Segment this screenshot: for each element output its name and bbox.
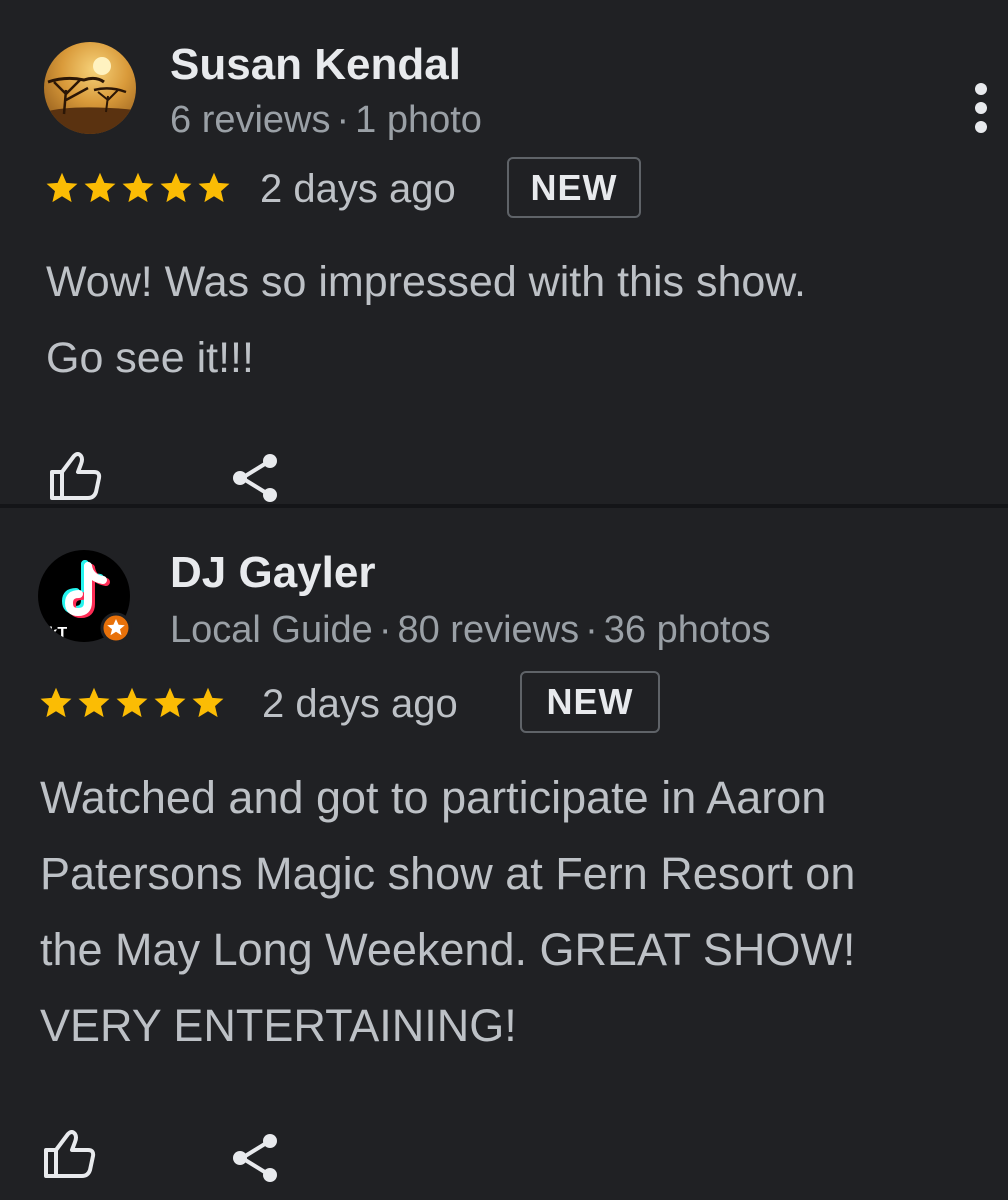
photos-count: 36 photos [603, 609, 771, 651]
star-icon [40, 687, 72, 718]
review-text-line: VERY ENTERTAINING! [40, 1000, 517, 1051]
separator-dot: · [585, 609, 598, 651]
star-icon [84, 172, 116, 203]
reviews-count: 80 reviews [397, 609, 580, 651]
review-time: 2 days ago [260, 167, 456, 211]
reviews-count: 6 reviews [170, 99, 331, 141]
author-name[interactable]: Susan Kendal [170, 40, 461, 90]
share-icon[interactable] [228, 1130, 284, 1186]
avatar[interactable]: ikT [38, 550, 132, 644]
review-card: Susan Kendal 6 reviews · 1 photo 2 days ag… [0, 0, 1008, 504]
star-icon [46, 172, 78, 203]
star-icon [198, 172, 230, 203]
star-rating [44, 170, 232, 206]
local-guide-label: Local Guide [170, 609, 373, 651]
review-text-line: Watched and got to participate in Aaron [40, 772, 827, 823]
separator-dot: · [336, 99, 350, 141]
share-icon[interactable] [228, 450, 284, 506]
review-text-line: the May Long Weekend. GREAT SHOW! [40, 924, 856, 975]
review-card: ikT DJ Gayler Local Guide · 80 reviews · 36 … [0, 508, 1008, 1200]
review-text-line: Patersons Magic show at Fern Resort on [40, 848, 856, 899]
thumbs-up-icon[interactable] [48, 448, 104, 504]
star-icon [160, 172, 192, 203]
separator-dot: · [378, 609, 392, 651]
new-badge: NEW [507, 157, 641, 218]
author-stats: Local Guide · 80 reviews · 36 photos [170, 609, 771, 652]
author-name[interactable]: DJ Gayler [170, 548, 375, 598]
thumbs-up-icon[interactable] [42, 1126, 98, 1182]
photos-count: 1 photo [355, 99, 482, 141]
star-icon [192, 687, 224, 718]
new-badge: NEW [520, 671, 660, 733]
star-icon [154, 687, 186, 718]
avatar-caption: ikT [44, 625, 67, 642]
review-text: Watched and got to participate in Aaron … [40, 760, 855, 1064]
more-vert-icon[interactable] [966, 80, 996, 136]
review-text: Wow! Was so impressed with this show. Go… [46, 244, 806, 396]
savanna-sunset-avatar [44, 42, 136, 134]
tiktok-logo-avatar: ikT [38, 550, 132, 644]
star-icon [122, 172, 154, 203]
review-time: 2 days ago [262, 682, 458, 726]
review-text-line: Wow! Was so impressed with this show. [46, 258, 806, 306]
star-icon [78, 687, 110, 718]
avatar[interactable] [44, 42, 136, 134]
star-rating [38, 685, 226, 721]
author-stats: 6 reviews · 1 photo [170, 99, 482, 142]
star-icon [116, 687, 148, 718]
review-text-line: Go see it!!! [46, 334, 254, 382]
